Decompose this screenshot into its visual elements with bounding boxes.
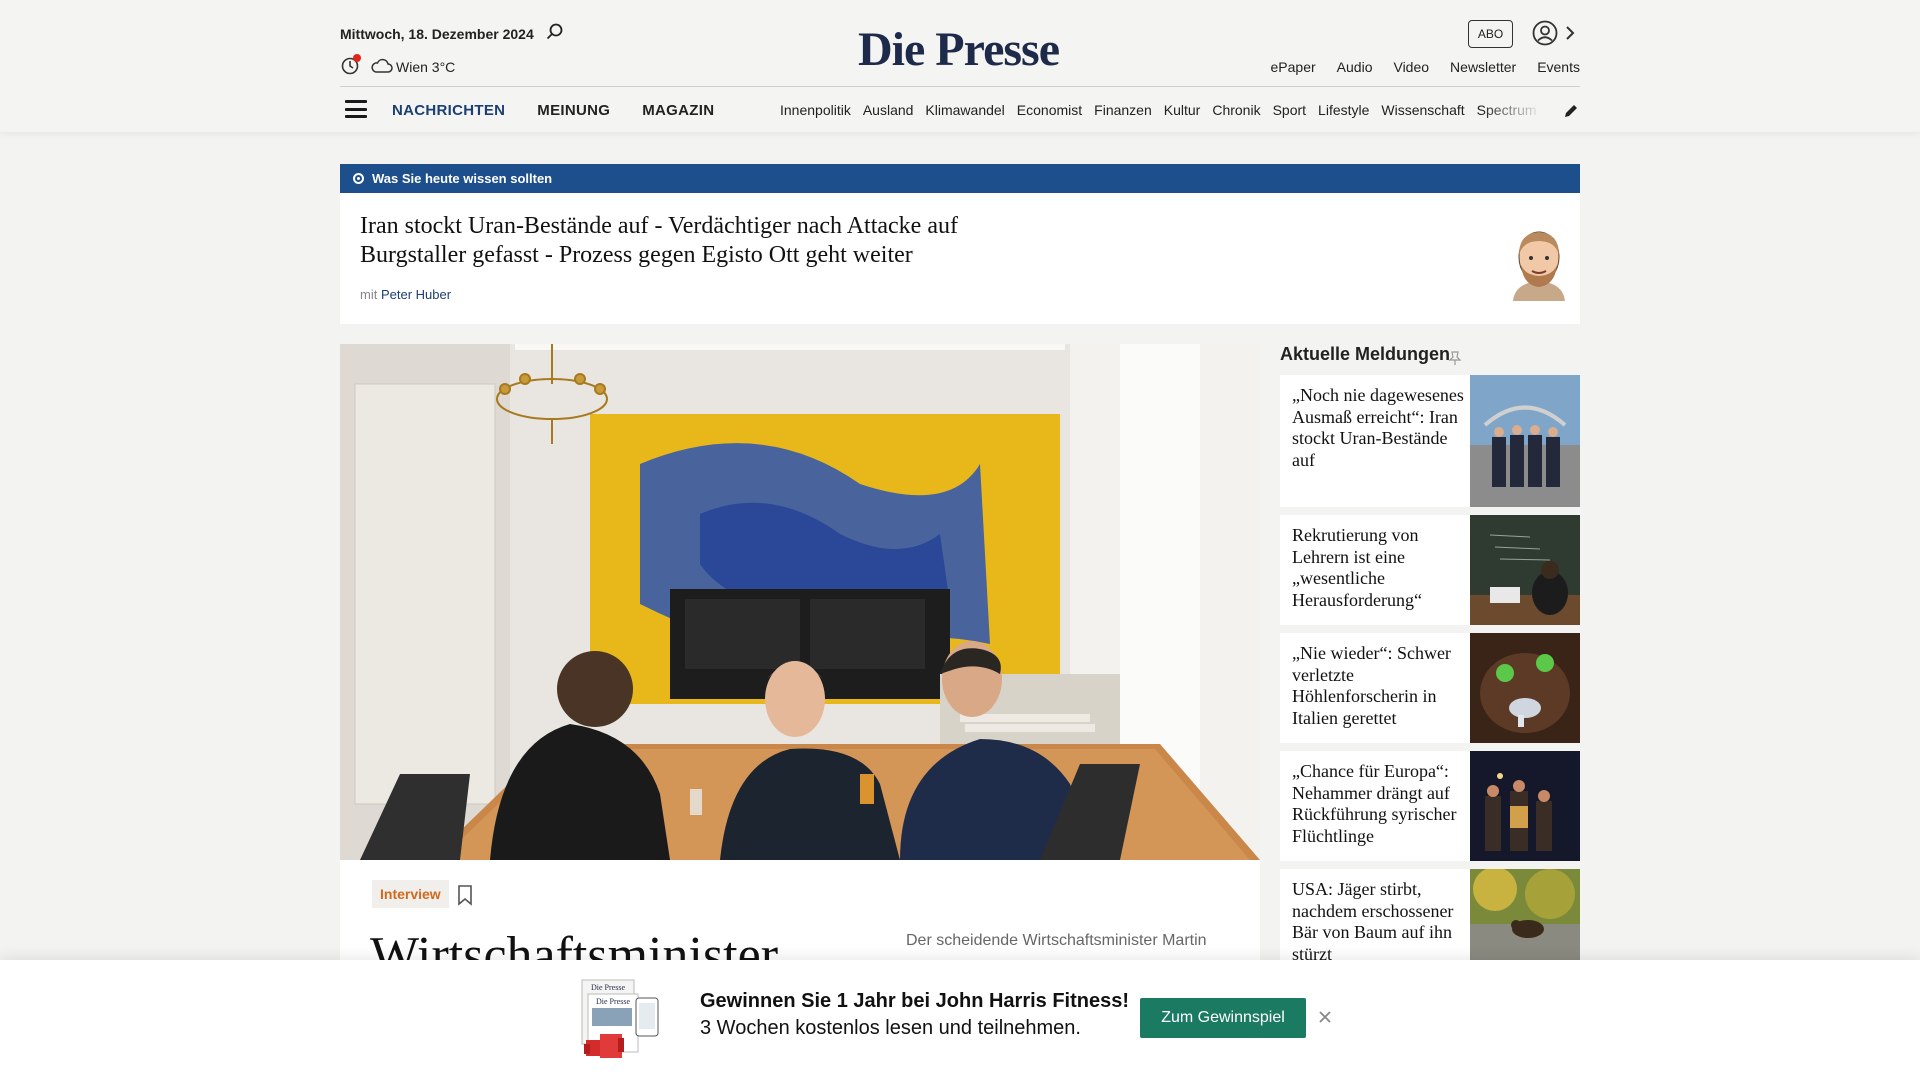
subnav-innenpolitik[interactable]: Innenpolitik bbox=[780, 102, 851, 118]
subnav-klimawandel[interactable]: Klimawandel bbox=[925, 102, 1004, 118]
news-item-2[interactable]: Rekrutierung von Lehrern ist eine „wesen… bbox=[1280, 515, 1580, 625]
news-item-4[interactable]: „Chance für Europa“: Nehammer drängt auf… bbox=[1280, 751, 1580, 861]
author-name[interactable]: Peter Huber bbox=[381, 287, 451, 302]
news-item-title[interactable]: Rekrutierung von Lehrern ist eine „wesen… bbox=[1292, 525, 1467, 611]
news-item-title[interactable]: „Noch nie dagewesenes Ausmaß erreicht“: … bbox=[1292, 385, 1467, 471]
pencil-icon[interactable] bbox=[1562, 102, 1580, 120]
section-nav: Innenpolitik Ausland Klimawandel Economi… bbox=[780, 102, 1543, 118]
header-divider bbox=[340, 86, 1580, 87]
news-thumbnail[interactable] bbox=[1470, 633, 1580, 743]
news-item-1[interactable]: „Noch nie dagewesenes Ausmaß erreicht“: … bbox=[1280, 375, 1580, 507]
chevron-right-icon[interactable] bbox=[1564, 24, 1576, 42]
nav-meinung[interactable]: MEINUNG bbox=[537, 102, 610, 119]
promo-banner: Die Presse Die Presse Gewinnen Sie 1 Jah… bbox=[0, 960, 1920, 1080]
user-account-icon[interactable] bbox=[1532, 20, 1558, 46]
current-date: Mittwoch, 18. Dezember 2024 bbox=[340, 26, 534, 42]
promo-title: Gewinnen Sie 1 Jahr bei John Harris Fitn… bbox=[700, 990, 1130, 1012]
news-thumbnail[interactable] bbox=[1470, 869, 1580, 969]
toplink-events[interactable]: Events bbox=[1537, 59, 1580, 75]
site-logo[interactable]: Die Presse bbox=[858, 22, 1060, 77]
promo-mini-logo-1: Die Presse bbox=[591, 983, 625, 992]
top-links: ePaper Audio Video Newsletter Events bbox=[1271, 59, 1580, 75]
search-icon[interactable] bbox=[545, 22, 565, 42]
sidebar-title[interactable]: Aktuelle Meldungen bbox=[1280, 344, 1450, 365]
hero-image[interactable] bbox=[340, 344, 1260, 860]
promo-image: Die Presse Die Presse bbox=[581, 979, 659, 1058]
menu-hamburger-icon[interactable] bbox=[345, 100, 367, 118]
nav-nachrichten[interactable]: NACHRICHTEN bbox=[392, 102, 505, 119]
promo-mini-logo-2: Die Presse bbox=[596, 997, 630, 1006]
news-thumbnail[interactable] bbox=[1470, 375, 1580, 507]
subnav-kultur[interactable]: Kultur bbox=[1164, 102, 1201, 118]
article-tag[interactable]: Interview bbox=[372, 880, 449, 908]
toplink-video[interactable]: Video bbox=[1393, 59, 1429, 75]
toplink-newsletter[interactable]: Newsletter bbox=[1450, 59, 1516, 75]
weather-info[interactable]: Wien 3°C bbox=[396, 59, 455, 75]
briefing-author: mit Peter Huber bbox=[360, 287, 452, 302]
subnav-lifestyle[interactable]: Lifestyle bbox=[1318, 102, 1369, 118]
promo-cta-button[interactable]: Zum Gewinnspiel bbox=[1140, 998, 1306, 1038]
close-icon[interactable] bbox=[1318, 1010, 1332, 1024]
bookmark-icon[interactable] bbox=[456, 884, 474, 906]
cloud-icon bbox=[371, 58, 393, 73]
toplink-audio[interactable]: Audio bbox=[1337, 59, 1373, 75]
news-item-title[interactable]: „Chance für Europa“: Nehammer drängt auf… bbox=[1292, 761, 1467, 847]
briefing-label: Was Sie heute wissen sollten bbox=[372, 171, 553, 186]
site-header: Mittwoch, 18. Dezember 2024 Wien 3°C Die… bbox=[0, 0, 1920, 132]
subnav-chronik[interactable]: Chronik bbox=[1212, 102, 1260, 118]
hero-photo bbox=[340, 344, 1260, 860]
news-item-title[interactable]: USA: Jäger stirbt, nachdem erschossener … bbox=[1292, 879, 1467, 965]
toplink-epaper[interactable]: ePaper bbox=[1271, 59, 1316, 75]
author-avatar bbox=[1513, 231, 1565, 301]
subnav-finanzen[interactable]: Finanzen bbox=[1094, 102, 1152, 118]
news-item-3[interactable]: „Nie wieder“: Schwer verletzte Höhlenfor… bbox=[1280, 633, 1580, 743]
nav-magazin[interactable]: MAGAZIN bbox=[642, 102, 714, 119]
subnav-spectrum[interactable]: Spectrum bbox=[1477, 102, 1537, 118]
news-thumbnail[interactable] bbox=[1470, 515, 1580, 625]
live-dot-icon bbox=[353, 173, 364, 184]
subnav-wissenschaft[interactable]: Wissenschaft bbox=[1381, 102, 1464, 118]
main-nav: NACHRICHTEN MEINUNG MAGAZIN bbox=[392, 102, 714, 119]
hero-teaser: Der scheidende Wirtschaftsminister Marti… bbox=[906, 932, 1207, 949]
subnav-sport[interactable]: Sport bbox=[1273, 102, 1306, 118]
news-item-title[interactable]: „Nie wieder“: Schwer verletzte Höhlenfor… bbox=[1292, 643, 1467, 729]
briefing-bar[interactable]: Was Sie heute wissen sollten bbox=[340, 164, 1580, 193]
news-thumbnail[interactable] bbox=[1470, 751, 1580, 861]
briefing-title[interactable]: Iran stockt Uran-Bestände auf - Verdächt… bbox=[360, 212, 1000, 270]
subnav-economist[interactable]: Economist bbox=[1017, 102, 1082, 118]
notification-dot bbox=[353, 54, 361, 62]
news-item-5[interactable]: USA: Jäger stirbt, nachdem erschossener … bbox=[1280, 869, 1580, 969]
pin-icon bbox=[1448, 351, 1462, 365]
abo-button[interactable]: ABO bbox=[1468, 20, 1513, 48]
promo-subtitle: 3 Wochen kostenlos lesen und teilnehmen. bbox=[700, 1017, 1081, 1039]
subnav-ausland[interactable]: Ausland bbox=[863, 102, 914, 118]
briefing-card[interactable]: Iran stockt Uran-Bestände auf - Verdächt… bbox=[340, 193, 1580, 324]
